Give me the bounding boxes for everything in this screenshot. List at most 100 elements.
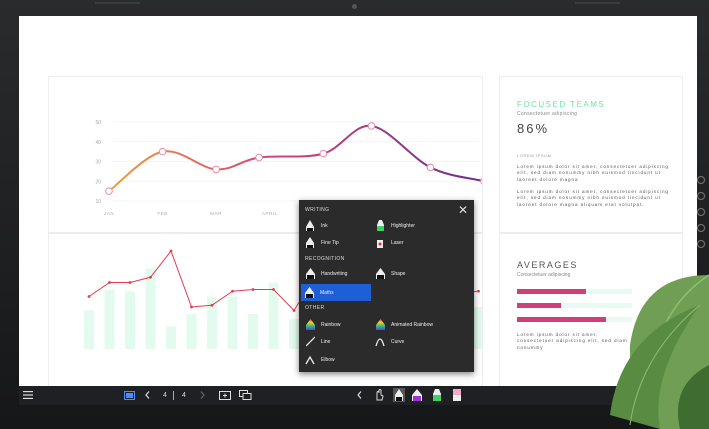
bar <box>104 289 115 349</box>
ink-pen-icon <box>305 220 315 232</box>
x-tick-label: FEB <box>157 211 167 216</box>
card-title: FOCUSED TEAMS <box>517 100 606 109</box>
curve-icon <box>375 336 385 348</box>
eraser-icon[interactable] <box>450 389 464 401</box>
tool-highlighter[interactable]: Highlighter <box>375 217 415 234</box>
card-title: AVERAGES <box>517 260 578 270</box>
stat-value: 86% <box>517 121 550 136</box>
focused-teams-card: FOCUSED TEAMS Consectetuer adipiscing 86… <box>499 76 683 233</box>
green-highlighter-icon[interactable] <box>430 389 444 401</box>
section-label-other: OTHER <box>305 305 325 311</box>
data-point <box>272 288 275 291</box>
tool-label: Handwriting <box>321 270 348 277</box>
hamburger-icon[interactable] <box>22 389 34 401</box>
bar <box>125 291 135 349</box>
tool-line[interactable]: Line <box>305 333 330 350</box>
highlighter-icon <box>375 220 385 232</box>
tool-label: Shape <box>391 270 406 277</box>
tool-label: Fine Tip <box>321 239 339 246</box>
tool-handwriting[interactable]: Handwriting <box>305 265 347 282</box>
y-tick-label: 30 <box>95 160 101 166</box>
tool-laser[interactable]: Laser <box>375 234 404 251</box>
bar <box>473 307 484 349</box>
y-tick-label: 50 <box>95 120 101 126</box>
tool-curve[interactable]: Curve <box>375 333 404 350</box>
section-label-recognition: RECOGNITION <box>305 256 345 262</box>
tool-ink[interactable]: Ink <box>305 217 328 234</box>
section-label-writing: WRITING <box>305 207 330 213</box>
side-control-panel <box>697 176 705 248</box>
fine-tip-pen-icon <box>305 237 315 249</box>
tool-label: Line <box>321 338 331 345</box>
page-thumbnail-icon[interactable] <box>123 389 135 401</box>
x-tick-label: MAR <box>210 211 222 216</box>
data-point <box>212 165 220 174</box>
bar <box>166 326 176 349</box>
tool-elbow[interactable]: Elbow <box>305 351 335 368</box>
data-point <box>255 153 263 162</box>
y-tick-label: 40 <box>95 140 101 146</box>
volume-down-icon[interactable] <box>697 224 705 232</box>
tool-fine-tip[interactable]: Fine Tip <box>305 234 339 251</box>
data-point <box>292 309 296 312</box>
bezel-detail <box>95 2 140 4</box>
tool-rainbow[interactable]: Rainbow <box>305 316 340 333</box>
tool-label: Laser <box>391 239 404 246</box>
bar <box>248 314 258 349</box>
data-point <box>251 288 255 291</box>
progress-fill <box>517 317 606 322</box>
pages-overview-icon[interactable] <box>238 389 252 401</box>
y-tick-label: 20 <box>95 179 101 185</box>
handwriting-pen-icon <box>305 268 315 280</box>
bar <box>227 296 238 349</box>
input-icon[interactable] <box>697 192 705 200</box>
close-icon[interactable]: ✕ <box>458 203 468 217</box>
previous-page-button[interactable] <box>143 389 151 401</box>
card-subtitle: Consectetuer adipiscing <box>517 272 571 278</box>
data-point <box>210 303 214 307</box>
data-point <box>169 249 173 253</box>
bar <box>289 319 299 349</box>
data-point <box>426 163 435 172</box>
tool-label: Curve <box>391 338 405 345</box>
whiteboard-screen[interactable]: 5040302010 JANFEBMARAPRILMAYJUNJULY FOCU… <box>19 16 697 386</box>
tool-label: Maths <box>320 289 334 296</box>
data-point <box>477 289 480 293</box>
power-icon[interactable] <box>697 176 705 184</box>
data-point <box>190 305 193 309</box>
animated-rainbow-pen-icon <box>375 319 385 331</box>
page-divider <box>172 389 176 401</box>
tool-label: Animated Rainbow <box>391 321 433 328</box>
bar <box>145 268 156 349</box>
add-page-icon[interactable] <box>218 389 232 401</box>
pen-tools-popup: ✕ WRITING Ink Highlighter Fine Tip Laser… <box>299 200 474 372</box>
y-tick-label: 10 <box>95 199 101 205</box>
laser-pointer-icon <box>375 237 385 249</box>
tool-shape[interactable]: Shape <box>375 265 405 282</box>
x-tick-label: APRIL <box>262 211 278 216</box>
bottom-taskbar: 4 4 <box>19 386 697 405</box>
bar <box>84 310 94 349</box>
purple-pen-icon[interactable] <box>410 389 424 401</box>
rainbow-pen-icon <box>305 319 315 331</box>
elbow-icon <box>305 354 315 366</box>
data-point <box>367 122 376 130</box>
tools-collapse-button[interactable] <box>355 389 363 401</box>
settings-icon[interactable] <box>697 240 705 248</box>
data-point <box>231 289 234 293</box>
tool-label: Ink <box>321 222 328 229</box>
shape-pen-icon <box>375 268 385 280</box>
bezel-detail <box>575 2 620 4</box>
data-point <box>105 187 113 195</box>
volume-up-icon[interactable] <box>697 208 705 216</box>
total-page-count: 4 <box>182 391 186 399</box>
hand-select-icon[interactable] <box>373 389 385 401</box>
data-point <box>108 281 111 284</box>
tool-animated-rainbow[interactable]: Animated Rainbow <box>375 316 433 333</box>
camera-icon <box>352 4 357 9</box>
next-page-button[interactable] <box>198 389 206 401</box>
data-point <box>480 177 488 186</box>
pen-tool-icon[interactable] <box>392 388 406 402</box>
tool-maths[interactable]: Maths <box>301 284 371 301</box>
data-point <box>158 147 167 156</box>
